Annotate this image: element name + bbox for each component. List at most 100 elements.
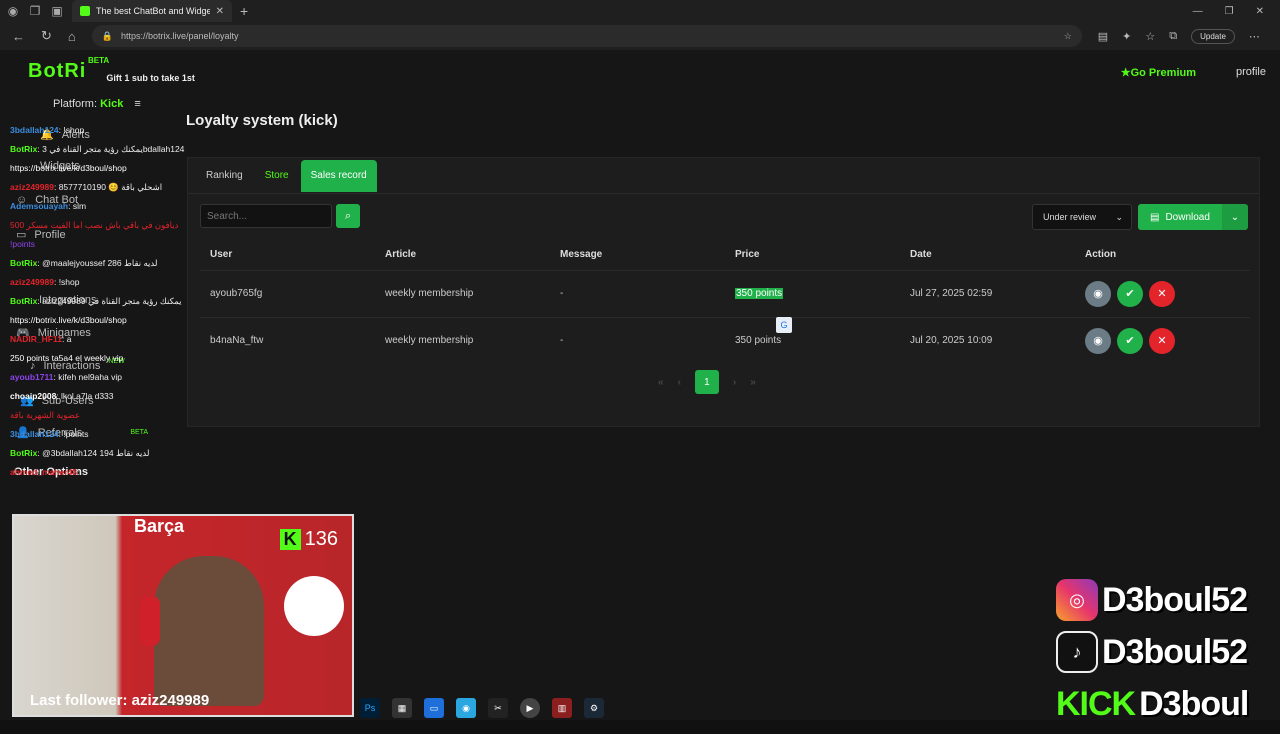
new-tab-icon[interactable]: + <box>240 3 248 19</box>
favorites-icon[interactable]: ☆ <box>1145 30 1155 43</box>
home-icon[interactable]: ⌂ <box>68 29 76 44</box>
flag-emblem <box>284 576 344 636</box>
tab-ranking[interactable]: Ranking <box>196 160 253 192</box>
download-button[interactable]: ▤ Download <box>1138 204 1222 230</box>
profile-icon[interactable]: ◉ <box>6 4 20 18</box>
more-icon[interactable]: ⋯ <box>1249 30 1260 43</box>
reject-button[interactable]: ✕ <box>1149 327 1175 354</box>
price-highlight: 350 points <box>735 288 784 299</box>
gift-text: Gift 1 sub to take 1st <box>106 73 195 83</box>
approve-button[interactable]: ✔ <box>1117 327 1143 354</box>
tab-actions-icon[interactable]: ▣ <box>50 4 64 18</box>
chat-line: BotRix: @maalejyoussef 286 لديه نقاط <box>10 258 158 268</box>
chat-line: ayoub1711: kifeh nel9aha vip <box>10 372 123 382</box>
logo[interactable]: BotRi <box>28 60 86 83</box>
chat-message: kifeh nel9aha vip <box>58 372 123 382</box>
translate-icon[interactable]: G <box>776 317 792 333</box>
chat-message: @maalejyoussef 286 لديه نقاط <box>42 258 158 268</box>
search-input[interactable] <box>200 204 332 228</box>
file-icon: ▤ <box>1150 211 1160 223</box>
minimize-icon[interactable]: — <box>1193 6 1203 17</box>
explorer-icon[interactable]: ▭ <box>424 698 444 718</box>
chat-message: lkol a7la d333 <box>61 391 114 401</box>
chat-message: 250 points ta5a4 el weekly vip <box>10 353 124 363</box>
eye-icon: ◉ <box>1093 335 1103 348</box>
chat-message: ديافون في باقي باش نصب اما الفيت مسكر 50… <box>10 220 179 230</box>
kick-logo-icon: K <box>279 529 301 550</box>
photoshop-icon[interactable]: Ps <box>360 698 380 718</box>
back-icon[interactable]: ← <box>12 29 25 44</box>
chat-username: 3bdallah124 <box>10 429 59 439</box>
edge-icon[interactable]: ◉ <box>456 698 476 718</box>
sales-table: User Article Message Price Date Action a… <box>200 240 1250 364</box>
chat-username: BotRix <box>10 144 38 154</box>
download-dropdown-button[interactable]: ⌄ <box>1222 204 1248 230</box>
go-premium-link[interactable]: ★Go Premium <box>1121 66 1196 79</box>
close-window-icon[interactable]: ✕ <box>1256 6 1264 17</box>
capcut-icon[interactable]: ✂ <box>488 698 508 718</box>
cell-user: b4naNa_ftw <box>200 316 375 364</box>
search-button[interactable]: ⌕ <box>336 204 360 228</box>
next-page-button[interactable]: › <box>733 377 736 388</box>
cell-date: Jul 27, 2025 02:59 <box>900 269 1075 317</box>
chat-line: NADIR_HF11: a <box>10 334 72 344</box>
profile-link[interactable]: profile <box>1236 66 1266 78</box>
taskbar: Ps ▦ ▭ ◉ ✂ ▶ ▥ ⚙ <box>360 696 604 720</box>
tab-sales-record[interactable]: Sales record <box>300 159 377 192</box>
platform-value: Kick <box>100 98 124 110</box>
collections-icon[interactable]: ⧉ <box>1169 30 1177 43</box>
chat-username: aziz249989 <box>10 277 54 287</box>
favicon-icon <box>80 6 90 16</box>
address-bar[interactable]: 🔒 https://botrix.live/panel/loyalty ☆ <box>91 25 1082 47</box>
status-filter-select[interactable]: Under review ⌄ <box>1032 204 1132 230</box>
approve-button[interactable]: ✔ <box>1117 280 1143 307</box>
restore-icon[interactable]: ❐ <box>1225 6 1234 17</box>
extension-icon[interactable]: ▤ <box>1098 30 1108 43</box>
refresh-icon[interactable]: ↻ <box>41 28 52 44</box>
lock-icon: 🔒 <box>101 30 113 41</box>
chat-username: aziz249989 <box>10 182 54 192</box>
window-controls: — ❐ ✕ <box>1193 6 1280 17</box>
winrar-icon[interactable]: ▥ <box>552 698 572 718</box>
chat-username: BotRix <box>10 448 38 458</box>
first-page-button[interactable]: « <box>658 377 664 388</box>
extensions-puzzle-icon[interactable]: ✦ <box>1122 30 1131 43</box>
chat-message: !points <box>10 239 36 249</box>
instagram-social: ◎ D3boul52 <box>1056 578 1280 622</box>
last-page-button[interactable]: » <box>750 377 756 388</box>
search-icon: ⌕ <box>344 209 352 222</box>
view-button[interactable]: ◉ <box>1085 327 1111 354</box>
webcam-overlay: Barça K 136 Last follower: aziz249989 <box>12 514 354 717</box>
star-icon: ★ <box>1120 67 1131 79</box>
col-price: Price <box>735 249 760 261</box>
close-tab-icon[interactable]: ✕ <box>216 6 224 17</box>
browser-tab[interactable]: The best ChatBot and Widgets fo ✕ <box>72 0 232 22</box>
app-icon[interactable]: ▦ <box>392 698 412 718</box>
chat-line: ديافون في باقي باش نصب اما الفيت مسكر 50… <box>10 219 210 238</box>
workspaces-icon[interactable]: ❐ <box>28 4 42 18</box>
chevron-down-icon: ⌄ <box>1230 211 1240 223</box>
last-follower-text: Last follower: aziz249989 <box>30 692 210 709</box>
tab-store[interactable]: Store <box>255 160 299 192</box>
update-button[interactable]: Update <box>1191 28 1235 44</box>
platform-label: Platform: <box>53 98 98 110</box>
prev-page-button[interactable]: ‹ <box>678 377 681 388</box>
chat-line: 250 points ta5a4 el weekly vip <box>10 352 210 371</box>
platform-selector[interactable]: Platform: Kick ≡ <box>53 98 141 110</box>
page-current[interactable]: 1 <box>694 370 719 394</box>
media-player-icon[interactable]: ▶ <box>520 698 540 718</box>
chat-message: !shop <box>63 125 85 135</box>
chat-line: ahmed_maher48: <box>10 467 80 477</box>
view-button[interactable]: ◉ <box>1085 280 1111 307</box>
close-icon: ✕ <box>1157 335 1167 348</box>
chat-line: aziz249989: 8577710190 😊 اشحلي باقة <box>10 182 163 192</box>
menu-icon[interactable]: ≡ <box>134 98 140 110</box>
favorite-star-icon[interactable]: ☆ <box>1064 31 1072 42</box>
cell-date: Jul 20, 2025 10:09 <box>900 316 1075 364</box>
chat-username: choaip2008 <box>10 391 57 401</box>
chat-line: BotRix: يمكنك رؤية متجر القناة في 3bdall… <box>10 144 185 154</box>
reject-button[interactable]: ✕ <box>1149 280 1175 307</box>
chat-line: choaip2008: lkol a7la d333 <box>10 391 114 401</box>
kick-viewers-badge: K 136 <box>279 528 338 551</box>
steam-icon[interactable]: ⚙ <box>584 698 604 718</box>
